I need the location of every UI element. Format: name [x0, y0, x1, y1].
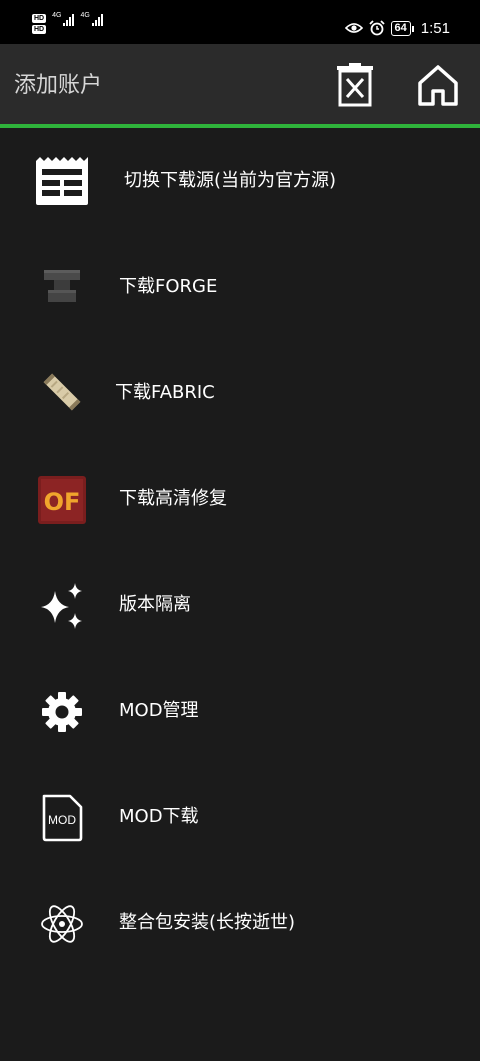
menu-item-download-source[interactable]: 切换下载源(当前为官方源) [0, 128, 480, 234]
hd-badge: HD [32, 14, 47, 23]
menu-item-label: 下载FORGE [119, 276, 218, 297]
home-icon [418, 65, 458, 106]
page-title: 添加账户 [14, 73, 103, 98]
download-source-icon [34, 153, 90, 209]
alarm-icon [368, 20, 385, 36]
clock: 1:51 [420, 19, 450, 37]
mod-file-icon: MOD [34, 790, 90, 846]
menu-item-mod-management[interactable]: MOD管理 [0, 658, 480, 764]
menu-item-label: 整合包安装(长按逝世) [119, 912, 296, 933]
menu-item-forge[interactable]: 下载FORGE [0, 234, 480, 340]
menu-item-optifine[interactable]: OF 下载高清修复 [0, 446, 480, 552]
svg-text:MOD: MOD [48, 813, 76, 827]
toolbar: 添加账户 [0, 44, 480, 125]
status-bar: HD HD 4G 4G 64 1:51 [0, 0, 480, 44]
hd-icon: HD HD [32, 14, 47, 34]
menu-item-label: MOD下载 [119, 806, 199, 827]
sparkle-icon [34, 578, 90, 634]
eye-icon [344, 23, 363, 33]
status-left: HD HD 4G 4G [32, 12, 103, 40]
svg-text:OF: OF [44, 488, 81, 516]
battery-icon: 64 [390, 20, 415, 36]
menu-item-label: MOD管理 [119, 700, 199, 721]
fabric-scroll-icon [34, 364, 90, 420]
optifine-icon: OF [34, 472, 90, 528]
signal-icon: 4G [52, 12, 75, 26]
menu-item-label: 下载高清修复 [119, 488, 227, 509]
hd-badge: HD [32, 25, 47, 34]
menu-item-version-isolation[interactable]: 版本隔离 [0, 552, 480, 658]
menu-item-label: 下载FABRIC [115, 382, 215, 403]
menu-item-mod-download[interactable]: MOD MOD下载 [0, 764, 480, 870]
anvil-icon [34, 258, 90, 314]
menu-item-modpack-install[interactable]: 整合包安装(长按逝世) [0, 870, 480, 976]
signal-bars [91, 14, 103, 26]
menu-item-label: 版本隔离 [119, 594, 191, 615]
delete-button[interactable] [331, 60, 379, 110]
home-button[interactable] [414, 60, 462, 110]
menu-item-label: 切换下载源(当前为官方源) [124, 170, 337, 191]
delete-box-icon [337, 63, 373, 107]
network-type: 4G [52, 12, 62, 19]
signal-icon: 4G [80, 12, 103, 26]
atom-icon [34, 896, 90, 952]
status-right: 64 1:51 [344, 16, 450, 40]
network-type: 4G [80, 12, 90, 19]
signal-bars [63, 14, 75, 26]
gear-icon [34, 684, 90, 740]
menu-item-fabric[interactable]: 下载FABRIC [0, 340, 480, 446]
